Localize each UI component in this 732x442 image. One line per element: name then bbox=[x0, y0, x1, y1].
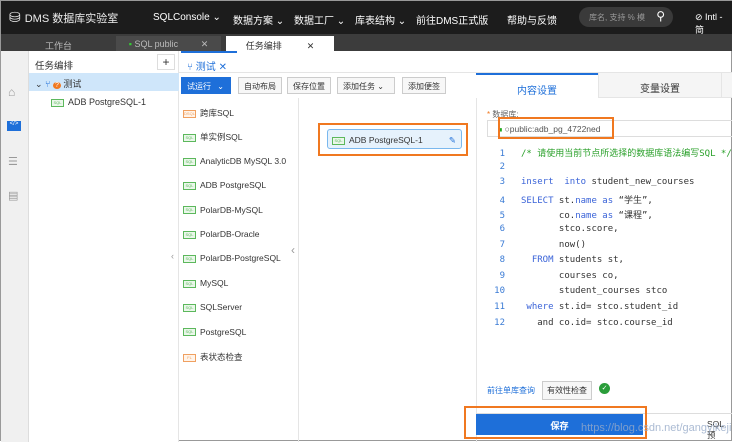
line-number: 8 bbox=[499, 255, 505, 266]
canvas-node-adb-postgresql-1[interactable]: SQL ADB PostgreSQL-1 ✎ bbox=[327, 129, 462, 149]
node-palette bbox=[179, 98, 299, 442]
task-tab-strip bbox=[179, 51, 732, 73]
language-switch[interactable]: ⊘ Intl - 简 bbox=[695, 12, 732, 36]
close-icon: ✕ bbox=[306, 41, 315, 51]
validity-check-button[interactable]: 有效性检查 bbox=[542, 381, 592, 400]
tab-content-settings[interactable]: 内容设置 bbox=[476, 73, 598, 98]
home-icon[interactable]: ⌂ bbox=[8, 85, 15, 99]
task-sidebar: 任务编排 + ⌄ ⑂ ? 测试 SQL ADB PostgreSQL-1 ‹ bbox=[29, 51, 179, 442]
code-line: 4 SELECT st.name as “学生”, bbox=[479, 193, 653, 206]
flow-icon: ⑂ bbox=[45, 79, 51, 89]
code-line: 7 now() bbox=[479, 240, 586, 250]
sql-icon: SQL bbox=[51, 98, 64, 107]
code-line: 8 FROM students st, bbox=[479, 255, 624, 265]
palette-item[interactable]: SQL ADB PostgreSQL bbox=[183, 180, 266, 190]
table-icon[interactable]: ▤ bbox=[8, 189, 18, 202]
line-number: 4 bbox=[499, 195, 505, 206]
tree-item-test[interactable]: ⌄ ⑂ ? 测试 bbox=[29, 73, 179, 91]
node-type-icon: SQL bbox=[183, 230, 196, 239]
watermark: https://blog.csdn.net/gangyikeji bbox=[581, 422, 732, 434]
code-line: 9 courses co, bbox=[479, 271, 619, 281]
collapse-palette-icon[interactable]: ‹ bbox=[291, 243, 295, 257]
auto-layout-button[interactable]: 自动布局 bbox=[238, 77, 282, 94]
line-number: 7 bbox=[499, 239, 505, 250]
palette-item[interactable]: SQL 单实例SQL bbox=[183, 131, 243, 143]
edit-icon[interactable]: ✎ bbox=[449, 135, 456, 146]
nav-dms-official[interactable]: 前往DMS正式版 bbox=[416, 12, 488, 27]
node-type-icon: SQL bbox=[183, 134, 196, 143]
line-number: 10 bbox=[494, 286, 505, 297]
palette-item[interactable]: SQL MySQL bbox=[183, 278, 228, 288]
line-number: 2 bbox=[499, 161, 505, 172]
line-number: 6 bbox=[499, 224, 505, 234]
tab-workbench[interactable]: 工作台 bbox=[6, 36, 111, 51]
node-type-icon: SQL bbox=[183, 303, 196, 312]
palette-item[interactable]: SQL SQLServer bbox=[183, 302, 242, 312]
palette-item[interactable]: SQL PolarDB-Oracle bbox=[183, 229, 260, 239]
search-input[interactable]: 库名, 支持 % 模 ⚲ bbox=[579, 7, 673, 27]
status-dot-icon: ▪ bbox=[128, 39, 132, 49]
code-line: 11 where st.id= stco.student_id bbox=[479, 302, 678, 312]
search-icon[interactable]: ⚲ bbox=[656, 9, 665, 23]
node-type-icon: SQL bbox=[183, 255, 196, 264]
node-type-icon: SQL bbox=[183, 206, 196, 215]
run-button[interactable]: 试运行 ⌄ bbox=[181, 77, 231, 94]
logo[interactable]: ⛁ DMS 数据库实验室 bbox=[9, 9, 118, 26]
single-db-query-link[interactable]: 前往单库查询 bbox=[487, 385, 535, 396]
palette-item[interactable]: SQL PolarDB-MySQL bbox=[183, 205, 263, 215]
sidebar-title: 任务编排 bbox=[35, 61, 74, 72]
save-position-button[interactable]: 保存位置 bbox=[287, 77, 331, 94]
tree-item-adb-postgresql-1[interactable]: SQL ADB PostgreSQL-1 bbox=[51, 97, 146, 107]
node-type-icon: DSQL bbox=[183, 109, 196, 118]
palette-item[interactable]: SQL PostgreSQL bbox=[183, 327, 246, 337]
nav-help[interactable]: 帮助与反馈 bbox=[507, 12, 557, 27]
highlight-box bbox=[498, 117, 614, 139]
line-number: 11 bbox=[494, 302, 505, 312]
tab-task-orchestration[interactable]: 任务编排 ✕ bbox=[226, 36, 334, 51]
nav-sqlconsole[interactable]: SQLConsole ⌄ bbox=[153, 12, 221, 23]
node-type-icon: SQL bbox=[183, 328, 196, 337]
palette-item[interactable]: SQL PolarDB-PostgreSQL bbox=[183, 253, 281, 263]
palette-item[interactable]: DSQL 跨库SQL bbox=[183, 107, 234, 119]
collapse-icon[interactable]: ‹ bbox=[171, 251, 174, 261]
add-task-dropdown[interactable]: 添加任务 ⌄ bbox=[337, 77, 395, 94]
code-line: 2 bbox=[479, 162, 521, 172]
tab-more bbox=[721, 73, 732, 98]
line-number: 5 bbox=[499, 211, 505, 222]
left-icon-rail: ⌂ </> ☰ ▤ bbox=[1, 51, 29, 442]
line-number: 12 bbox=[494, 317, 505, 328]
tab-variable-settings[interactable]: 变量设置 bbox=[598, 73, 721, 98]
code-line: 1/* 请使用当前节点所选择的数据库语法编写SQL */ bbox=[479, 146, 732, 159]
node-type-icon: SQL bbox=[183, 157, 196, 166]
list-icon[interactable]: ☰ bbox=[8, 155, 18, 168]
code-icon[interactable]: </> bbox=[7, 121, 21, 131]
palette-item[interactable]: SQL AnalyticDB MySQL 3.0 bbox=[183, 156, 286, 166]
palette-item[interactable]: FL 表状态检查 bbox=[183, 351, 243, 363]
code-line: 3 insert into student_new_courses bbox=[479, 177, 695, 188]
code-line: 12 and co.id= stco.course_id bbox=[479, 318, 673, 328]
top-nav-bar: ⛁ DMS 数据库实验室 SQLConsole ⌄ 数据方案 ⌄ 数据工厂 ⌄ 库… bbox=[1, 1, 732, 36]
line-number: 9 bbox=[499, 270, 505, 281]
node-type-icon: SQL bbox=[183, 279, 196, 288]
code-line: 10 student_courses stco bbox=[479, 286, 667, 296]
add-task-button[interactable]: + bbox=[157, 54, 175, 70]
code-line: 5 co.name as “课程”, bbox=[479, 208, 653, 221]
nav-schema[interactable]: 库表结构 ⌄ bbox=[355, 12, 406, 27]
database-logo-icon: ⛁ bbox=[9, 9, 21, 25]
tab-sql-public[interactable]: ▪ SQL public ✕ bbox=[116, 36, 221, 51]
nav-data-factory[interactable]: 数据工厂 ⌄ bbox=[294, 12, 345, 27]
code-line: 6 stco.score, bbox=[479, 224, 619, 234]
node-type-icon: SQL bbox=[183, 181, 196, 190]
line-number: 3 bbox=[499, 177, 505, 188]
node-type-icon: FL bbox=[183, 353, 196, 362]
check-success-icon: ✓ bbox=[599, 383, 610, 394]
add-note-button[interactable]: 添加便签 bbox=[402, 77, 446, 94]
line-number: 1 bbox=[499, 149, 505, 159]
nav-data-plan[interactable]: 数据方案 ⌄ bbox=[233, 12, 284, 27]
tab-test[interactable]: ⑂ 测试 ✕ bbox=[181, 51, 237, 73]
